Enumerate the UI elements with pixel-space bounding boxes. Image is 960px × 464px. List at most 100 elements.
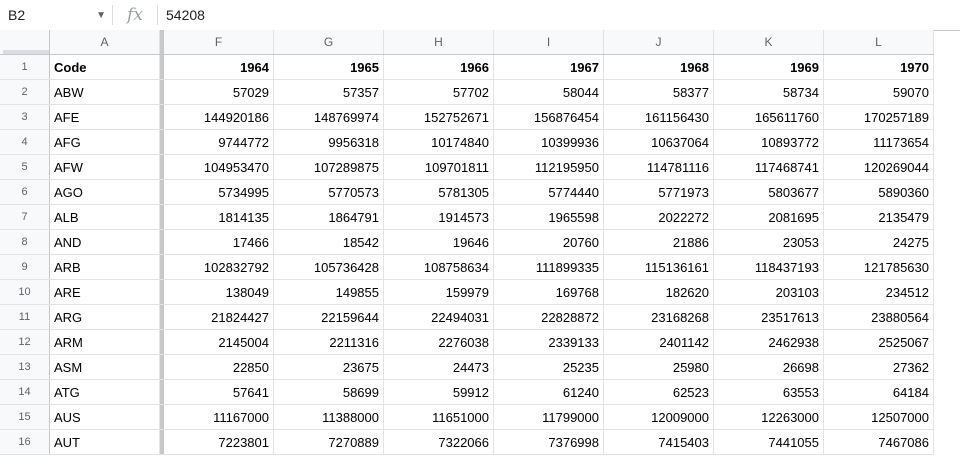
cell-value[interactable]: 10399936 <box>494 130 604 154</box>
cell-code[interactable]: AUT <box>50 430 160 454</box>
cell-value[interactable]: 182620 <box>604 280 714 304</box>
cell-code[interactable]: AFW <box>50 155 160 179</box>
cell-value[interactable]: 117468741 <box>714 155 824 179</box>
cell-value[interactable]: 7322066 <box>384 430 494 454</box>
cell-value[interactable]: 5734995 <box>164 180 274 204</box>
cell-value[interactable]: 165611760 <box>714 105 824 129</box>
cell-value[interactable]: 12507000 <box>824 405 934 429</box>
cell-value[interactable]: 1814135 <box>164 205 274 229</box>
cell-value[interactable]: 2211316 <box>274 330 384 354</box>
cell-value[interactable]: 11388000 <box>274 405 384 429</box>
column-header-j[interactable]: J <box>604 30 714 54</box>
cell-value[interactable]: 9744772 <box>164 130 274 154</box>
row-header[interactable]: 1 <box>0 55 50 79</box>
row-header[interactable]: 15 <box>0 405 50 429</box>
cell-value[interactable]: 5774440 <box>494 180 604 204</box>
cell-code[interactable]: AUS <box>50 405 160 429</box>
cell-value[interactable]: 234512 <box>824 280 934 304</box>
row-header[interactable]: 13 <box>0 355 50 379</box>
cell-value[interactable]: 152752671 <box>384 105 494 129</box>
cell-value[interactable]: 1864791 <box>274 205 384 229</box>
cell-value[interactable]: 21886 <box>604 230 714 254</box>
column-header-f[interactable]: F <box>164 30 274 54</box>
cell-value[interactable]: 63553 <box>714 380 824 404</box>
cell-value[interactable]: 23168268 <box>604 305 714 329</box>
column-header-a[interactable]: A <box>50 30 160 54</box>
cell-value[interactable]: 5770573 <box>274 180 384 204</box>
cell-value[interactable]: 5771973 <box>604 180 714 204</box>
row-header[interactable]: 6 <box>0 180 50 204</box>
cell-value[interactable]: 104953470 <box>164 155 274 179</box>
cell-value[interactable]: 112195950 <box>494 155 604 179</box>
cell-code[interactable]: ARE <box>50 280 160 304</box>
cell-value[interactable]: 1966 <box>384 55 494 79</box>
cell-value[interactable]: 59912 <box>384 380 494 404</box>
cell-value[interactable]: 138049 <box>164 280 274 304</box>
cell-value[interactable]: 11651000 <box>384 405 494 429</box>
cell-value[interactable]: 20760 <box>494 230 604 254</box>
cell-value[interactable]: 2339133 <box>494 330 604 354</box>
column-header-k[interactable]: K <box>714 30 824 54</box>
cell-value[interactable]: 114781116 <box>604 155 714 179</box>
row-header[interactable]: 3 <box>0 105 50 129</box>
cell-value[interactable]: 2145004 <box>164 330 274 354</box>
cell-value[interactable]: 5803677 <box>714 180 824 204</box>
cell-value[interactable]: 7223801 <box>164 430 274 454</box>
cell-value[interactable]: 5781305 <box>384 180 494 204</box>
cell-value[interactable]: 18542 <box>274 230 384 254</box>
cell-value[interactable]: 2525067 <box>824 330 934 354</box>
row-header[interactable]: 10 <box>0 280 50 304</box>
cell-value[interactable]: 5890360 <box>824 180 934 204</box>
cell-value[interactable]: 159979 <box>384 280 494 304</box>
cell-value[interactable]: 102832792 <box>164 255 274 279</box>
cell-code[interactable]: Code <box>50 55 160 79</box>
row-header[interactable]: 16 <box>0 430 50 454</box>
row-header[interactable]: 11 <box>0 305 50 329</box>
column-header-i[interactable]: I <box>494 30 604 54</box>
cell-code[interactable]: AGO <box>50 180 160 204</box>
cell-value[interactable]: 57641 <box>164 380 274 404</box>
row-header[interactable]: 2 <box>0 80 50 104</box>
cell-value[interactable]: 107289875 <box>274 155 384 179</box>
cell-code[interactable]: AFE <box>50 105 160 129</box>
cell-value[interactable]: 105736428 <box>274 255 384 279</box>
cell-value[interactable]: 7415403 <box>604 430 714 454</box>
cell-code[interactable]: ARG <box>50 305 160 329</box>
cell-value[interactable]: 7376998 <box>494 430 604 454</box>
cell-value[interactable]: 111899335 <box>494 255 604 279</box>
cell-value[interactable]: 10637064 <box>604 130 714 154</box>
cell-code[interactable]: ALB <box>50 205 160 229</box>
cell-value[interactable]: 120269044 <box>824 155 934 179</box>
formula-input[interactable]: 54208 <box>158 7 205 23</box>
cell-value[interactable]: 61240 <box>494 380 604 404</box>
cell-value[interactable]: 58734 <box>714 80 824 104</box>
cell-value[interactable]: 10893772 <box>714 130 824 154</box>
cell-value[interactable]: 2022272 <box>604 205 714 229</box>
cell-value[interactable]: 148769974 <box>274 105 384 129</box>
row-header[interactable]: 4 <box>0 130 50 154</box>
cell-value[interactable]: 22159644 <box>274 305 384 329</box>
cell-value[interactable]: 9956318 <box>274 130 384 154</box>
cell-value[interactable]: 11167000 <box>164 405 274 429</box>
cell-value[interactable]: 169768 <box>494 280 604 304</box>
cell-value[interactable]: 58699 <box>274 380 384 404</box>
cell-value[interactable]: 118437193 <box>714 255 824 279</box>
cell-value[interactable]: 58044 <box>494 80 604 104</box>
select-all-corner[interactable] <box>0 30 50 54</box>
cell-value[interactable]: 1970 <box>824 55 934 79</box>
cell-value[interactable]: 62523 <box>604 380 714 404</box>
cell-value[interactable]: 23880564 <box>824 305 934 329</box>
cell-value[interactable]: 12009000 <box>604 405 714 429</box>
column-header-l[interactable]: L <box>824 30 934 54</box>
cell-value[interactable]: 7467086 <box>824 430 934 454</box>
cell-value[interactable]: 1965 <box>274 55 384 79</box>
row-header[interactable]: 5 <box>0 155 50 179</box>
cell-value[interactable]: 1968 <box>604 55 714 79</box>
cell-value[interactable]: 121785630 <box>824 255 934 279</box>
cell-value[interactable]: 7441055 <box>714 430 824 454</box>
cell-code[interactable]: ABW <box>50 80 160 104</box>
cell-value[interactable]: 25980 <box>604 355 714 379</box>
row-header[interactable]: 9 <box>0 255 50 279</box>
cell-value[interactable]: 22494031 <box>384 305 494 329</box>
cell-value[interactable]: 144920186 <box>164 105 274 129</box>
